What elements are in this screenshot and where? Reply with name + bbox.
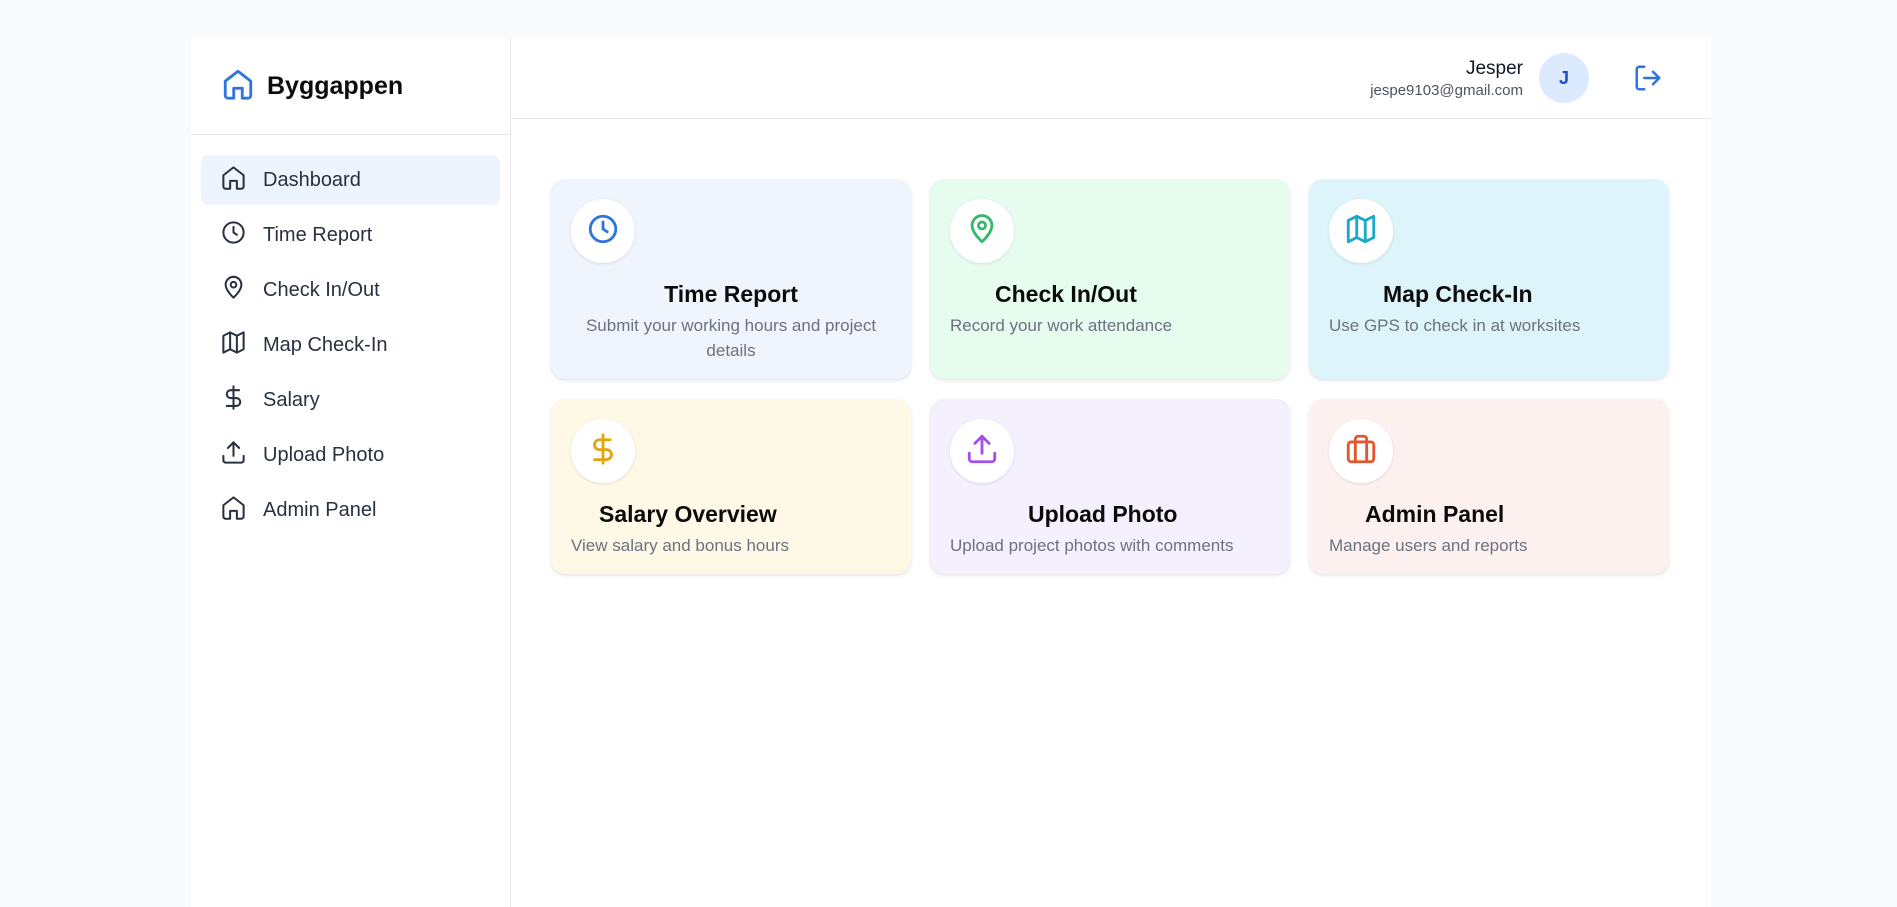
app-shell: Byggappen Dashboard Time Report Check In… [191,38,1711,907]
sidebar-item-check-in-out[interactable]: Check In/Out [201,265,500,315]
user-email: jespe9103@gmail.com [1370,82,1523,99]
card-description: Use GPS to check in at worksites [1329,316,1581,335]
card-description: Manage users and reports [1329,536,1528,555]
card-description: Record your work attendance [950,316,1173,335]
logout-icon [1633,65,1663,97]
dashboard-cards: Time Report Submit your working hours an… [551,179,1711,574]
card-title: Map Check-In [1383,281,1533,307]
card-description: View salary and bonus hours [571,536,789,555]
dollar-icon [220,384,247,417]
sidebar: Byggappen Dashboard Time Report Check In… [191,38,511,907]
card-time-report[interactable]: Time Report Submit your working hours an… [551,179,911,379]
card-title: Upload Photo [1028,501,1178,527]
map-pin-icon [220,274,247,307]
sidebar-item-label: Check In/Out [263,278,380,301]
sidebar-nav: Dashboard Time Report Check In/Out Map C… [191,135,510,555]
home-icon [220,494,247,527]
home-icon [220,164,247,197]
sidebar-item-time-report[interactable]: Time Report [201,210,500,260]
card-icon-circle [571,199,635,263]
topbar: Jesper jespe9103@gmail.com J [511,38,1711,119]
card-map-check-in[interactable]: Map Check-In Use GPS to check in at work… [1309,179,1669,379]
home-icon [221,67,255,106]
sidebar-item-upload-photo[interactable]: Upload Photo [201,430,500,480]
card-admin-panel[interactable]: Admin Panel Manage users and reports [1309,399,1669,574]
sidebar-item-label: Map Check-In [263,333,388,356]
card-upload-photo[interactable]: Upload Photo Upload project photos with … [930,399,1290,574]
card-description: Submit your working hours and project de… [585,316,877,360]
card-icon-circle [950,419,1014,483]
clock-icon [586,212,620,251]
user-name: Jesper [1465,58,1523,79]
map-icon [1344,212,1378,251]
card-icon-circle [1329,199,1393,263]
card-title: Time Report [664,281,798,307]
upload-icon [220,439,247,472]
sidebar-item-label: Dashboard [263,168,361,191]
card-icon-circle [950,199,1014,263]
card-icon-circle [571,419,635,483]
briefcase-icon [1344,432,1378,471]
sidebar-item-label: Salary [263,388,320,411]
map-pin-icon [965,212,999,251]
sidebar-item-admin-panel[interactable]: Admin Panel [201,485,500,535]
card-title: Admin Panel [1365,501,1505,527]
brand-name: Byggappen [267,71,404,100]
logout-button[interactable] [1633,63,1663,93]
sidebar-item-label: Admin Panel [263,498,377,521]
card-title: Check In/Out [995,281,1137,307]
upload-icon [965,432,999,471]
brand[interactable]: Byggappen [191,38,510,135]
card-salary-overview[interactable]: Salary Overview View salary and bonus ho… [551,399,911,574]
avatar[interactable]: J [1539,53,1589,103]
sidebar-item-salary[interactable]: Salary [201,375,500,425]
sidebar-item-map-check-in[interactable]: Map Check-In [201,320,500,370]
card-check-in-out[interactable]: Check In/Out Record your work attendance [930,179,1290,379]
main-content: Jesper jespe9103@gmail.com J Time Report… [511,38,1711,907]
sidebar-item-label: Upload Photo [263,443,385,466]
dollar-icon [586,432,620,471]
user-info: Jesper jespe9103@gmail.com [1370,56,1523,100]
card-description: Upload project photos with comments [950,536,1234,555]
card-title: Salary Overview [599,501,777,527]
clock-icon [220,219,247,252]
sidebar-item-dashboard[interactable]: Dashboard [201,155,500,205]
card-icon-circle [1329,419,1393,483]
sidebar-item-label: Time Report [263,223,373,246]
map-icon [220,329,247,362]
